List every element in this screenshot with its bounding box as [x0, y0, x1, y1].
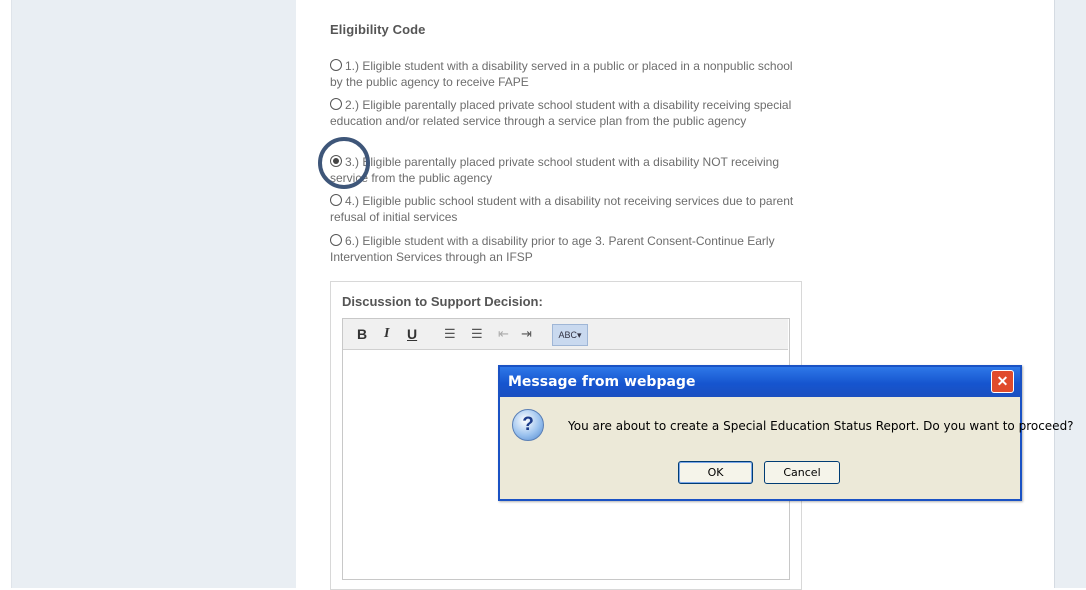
question-icon: ?: [512, 409, 544, 441]
italic-button[interactable]: I: [384, 326, 389, 342]
discussion-label: Discussion to Support Decision:: [342, 294, 543, 309]
radio-icon[interactable]: [330, 98, 342, 110]
eligibility-option-2-label: 2.) Eligible parentally placed private s…: [330, 98, 792, 128]
radio-icon[interactable]: [330, 234, 342, 246]
dialog-title-bar[interactable]: Message from webpage ✕: [500, 367, 1020, 397]
bullet-list-icon[interactable]: ☰: [471, 326, 483, 342]
right-panel: [1054, 0, 1086, 588]
ok-button[interactable]: OK: [678, 461, 753, 484]
eligibility-option-1[interactable]: 1.) Eligible student with a disability s…: [330, 58, 800, 90]
outdent-icon[interactable]: ⇤: [498, 326, 509, 342]
eligibility-option-4-label: 4.) Eligible public school student with …: [330, 194, 794, 224]
eligibility-option-2[interactable]: 2.) Eligible parentally placed private s…: [330, 97, 800, 129]
highlight-circle: [318, 137, 370, 189]
numbered-list-icon[interactable]: ☰: [444, 326, 456, 342]
eligibility-code-title: Eligibility Code: [330, 22, 426, 37]
radio-icon[interactable]: [330, 194, 342, 206]
eligibility-option-6-label: 6.) Eligible student with a disability p…: [330, 234, 775, 264]
radio-icon[interactable]: [330, 59, 342, 71]
dialog-message: You are about to create a Special Educat…: [568, 419, 1074, 433]
close-icon[interactable]: ✕: [991, 370, 1014, 393]
eligibility-option-4[interactable]: 4.) Eligible public school student with …: [330, 193, 800, 225]
cancel-button[interactable]: Cancel: [764, 461, 840, 484]
underline-button[interactable]: U: [407, 326, 417, 342]
eligibility-option-6[interactable]: 6.) Eligible student with a disability p…: [330, 233, 800, 265]
spellcheck-icon[interactable]: ABC▾: [552, 324, 588, 346]
eligibility-option-3[interactable]: 3.) Eligible parentally placed private s…: [330, 154, 800, 186]
eligibility-option-1-label: 1.) Eligible student with a disability s…: [330, 59, 793, 89]
dialog-title: Message from webpage: [508, 374, 696, 390]
eligibility-option-3-label: 3.) Eligible parentally placed private s…: [330, 155, 779, 185]
indent-icon[interactable]: ⇥: [521, 326, 532, 342]
left-panel: [11, 0, 297, 588]
message-dialog: Message from webpage ✕ ? You are about t…: [498, 365, 1074, 501]
bold-button[interactable]: B: [357, 326, 367, 342]
